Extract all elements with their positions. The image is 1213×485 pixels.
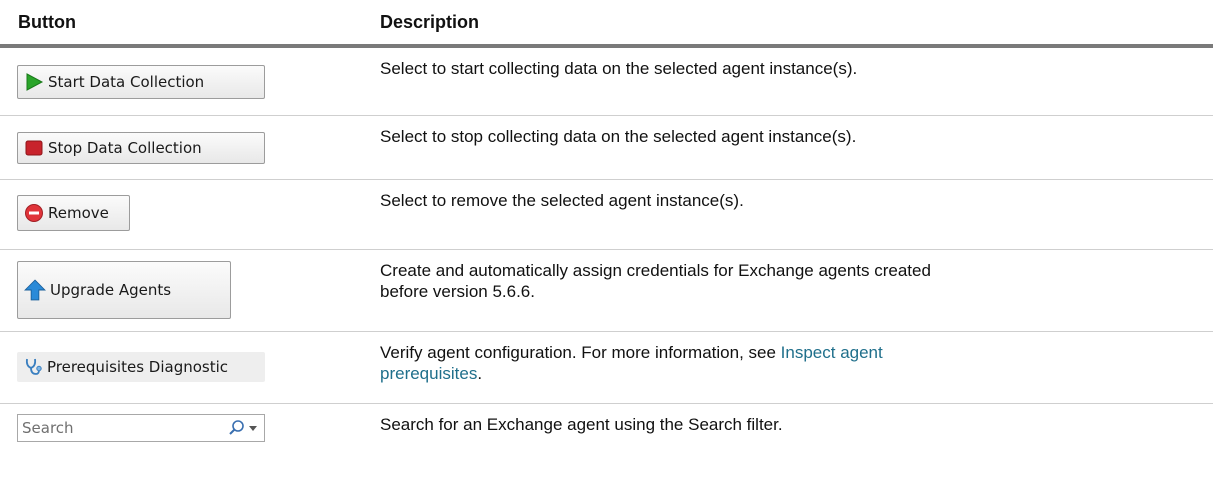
remove-icon [25,204,43,222]
button-label: Start Data Collection [48,73,205,91]
stop-data-collection-button[interactable]: Stop Data Collection [17,132,265,164]
search-placeholder: Search [22,419,74,437]
button-cell: Upgrade Agents [0,250,370,331]
button-label: Prerequisites Diagnostic [47,358,229,376]
arrow-up-icon [24,279,46,301]
stop-icon [25,140,43,156]
button-cell: Stop Data Collection [0,116,370,179]
table-row: Upgrade Agents Create and automatically … [0,250,1213,332]
remove-button[interactable]: Remove [17,195,130,231]
button-cell: Remove [0,180,370,249]
table-row: Search Search for an Exchange agent usin… [0,404,1213,479]
button-label: Stop Data Collection [48,139,202,157]
link-text: Inspect agent [780,343,883,362]
stethoscope-icon [25,358,42,375]
description-text: . [477,364,483,383]
description-text: Verify agent configuration. For more inf… [380,343,781,362]
button-label: Remove [48,204,109,222]
chevron-down-icon[interactable] [248,423,258,433]
header-button: Button [18,12,76,32]
table-row: Stop Data Collection Select to stop coll… [0,116,1213,180]
table-row: Start Data Collection Select to start co… [0,48,1213,116]
header-description: Description [380,12,480,32]
button-cell: Start Data Collection [0,48,370,115]
button-cell: Prerequisites Diagnostic [0,332,370,403]
link-text: prerequisites [380,364,478,383]
description-line: Create and automatically assign credenti… [380,261,931,280]
description-cell: Select to stop collecting data on the se… [380,127,857,146]
description-cell: Select to remove the selected agent inst… [380,191,744,210]
table-header: Button Description [0,0,1213,48]
button-cell: Search [0,404,370,479]
description-cell: Select to start collecting data on the s… [380,59,858,78]
upgrade-agents-button[interactable]: Upgrade Agents [17,261,231,319]
description-cell: Create and automatically assign credenti… [380,260,1170,302]
description-cell: Verify agent configuration. For more inf… [380,342,1170,384]
search-icon[interactable] [228,419,246,437]
table-row: Prerequisites Diagnostic Verify agent co… [0,332,1213,404]
prerequisites-diagnostic-button[interactable]: Prerequisites Diagnostic [17,352,265,382]
description-line: before version 5.6.6. [380,282,535,301]
search-input[interactable]: Search [17,414,265,442]
table-row: Remove Select to remove the selected age… [0,180,1213,250]
button-label: Upgrade Agents [50,281,172,299]
play-icon [26,73,44,91]
button-description-table: Button Description Start Data Collection… [0,0,1213,479]
description-cell: Search for an Exchange agent using the S… [380,415,783,434]
start-data-collection-button[interactable]: Start Data Collection [17,65,265,99]
